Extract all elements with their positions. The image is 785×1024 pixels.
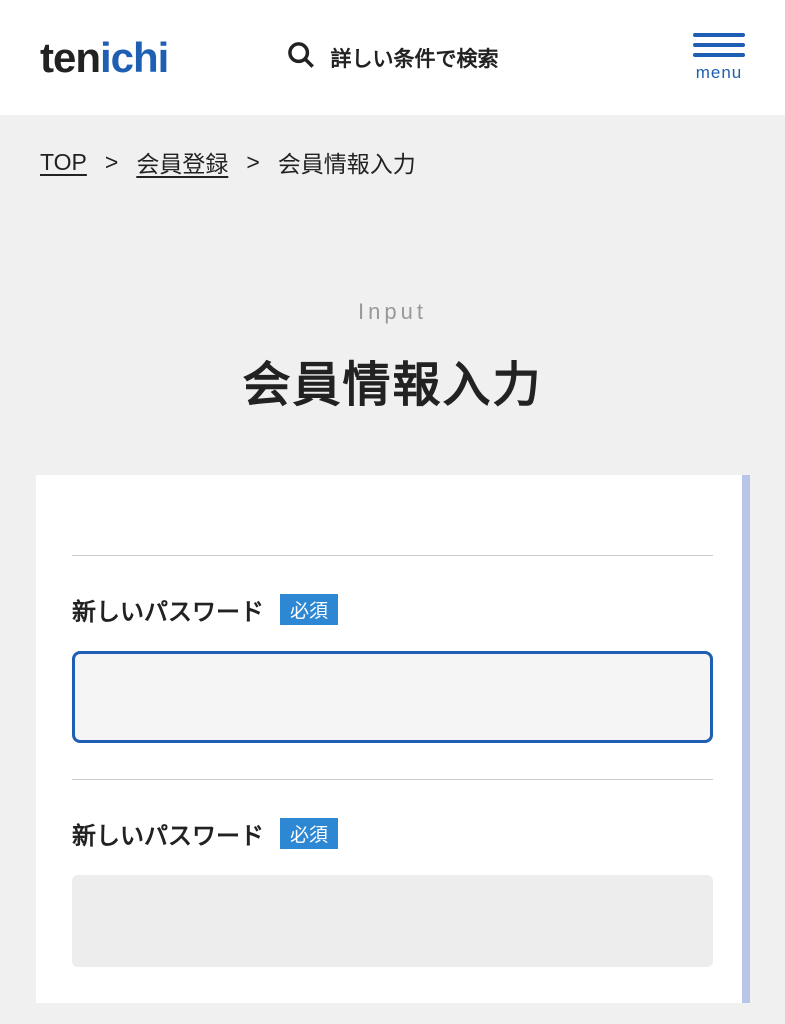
- page-subtitle: Input: [0, 299, 785, 325]
- breadcrumb: TOP > 会員登録 > 会員情報入力: [0, 115, 785, 209]
- password-confirm-input[interactable]: [72, 875, 713, 967]
- form-group-password-confirm: 新しいパスワード 必須: [72, 780, 713, 1003]
- breadcrumb-separator: >: [246, 149, 259, 176]
- logo-text-1: ten: [40, 34, 100, 82]
- menu-label: menu: [696, 63, 743, 83]
- page-title: 会員情報入力: [0, 345, 785, 415]
- breadcrumb-register[interactable]: 会員登録: [136, 145, 228, 179]
- header: tenichi 詳しい条件で検索 menu: [0, 0, 785, 115]
- search-icon: [287, 41, 315, 74]
- form-container: 新しいパスワード 必須 新しいパスワード 必須: [36, 475, 749, 1003]
- breadcrumb-top[interactable]: TOP: [40, 149, 87, 176]
- breadcrumb-current: 会員情報入力: [278, 145, 416, 179]
- required-badge: 必須: [280, 818, 338, 849]
- form-label-row: 新しいパスワード 必須: [72, 816, 713, 851]
- search-area[interactable]: 詳しい条件で検索: [287, 41, 499, 74]
- logo[interactable]: tenichi: [40, 34, 168, 82]
- search-text: 詳しい条件で検索: [331, 43, 499, 73]
- form-label-row: 新しいパスワード 必須: [72, 592, 713, 627]
- breadcrumb-separator: >: [105, 149, 118, 176]
- hamburger-icon: [693, 33, 745, 57]
- page-title-area: Input 会員情報入力: [0, 209, 785, 475]
- menu-button[interactable]: menu: [693, 33, 745, 83]
- logo-text-2: ichi: [100, 34, 168, 82]
- required-badge: 必須: [280, 594, 338, 625]
- password-confirm-label: 新しいパスワード: [72, 816, 264, 851]
- form-group-password: 新しいパスワード 必須: [72, 556, 713, 779]
- password-input[interactable]: [72, 651, 713, 743]
- password-label: 新しいパスワード: [72, 592, 264, 627]
- scrollbar[interactable]: [742, 475, 750, 1003]
